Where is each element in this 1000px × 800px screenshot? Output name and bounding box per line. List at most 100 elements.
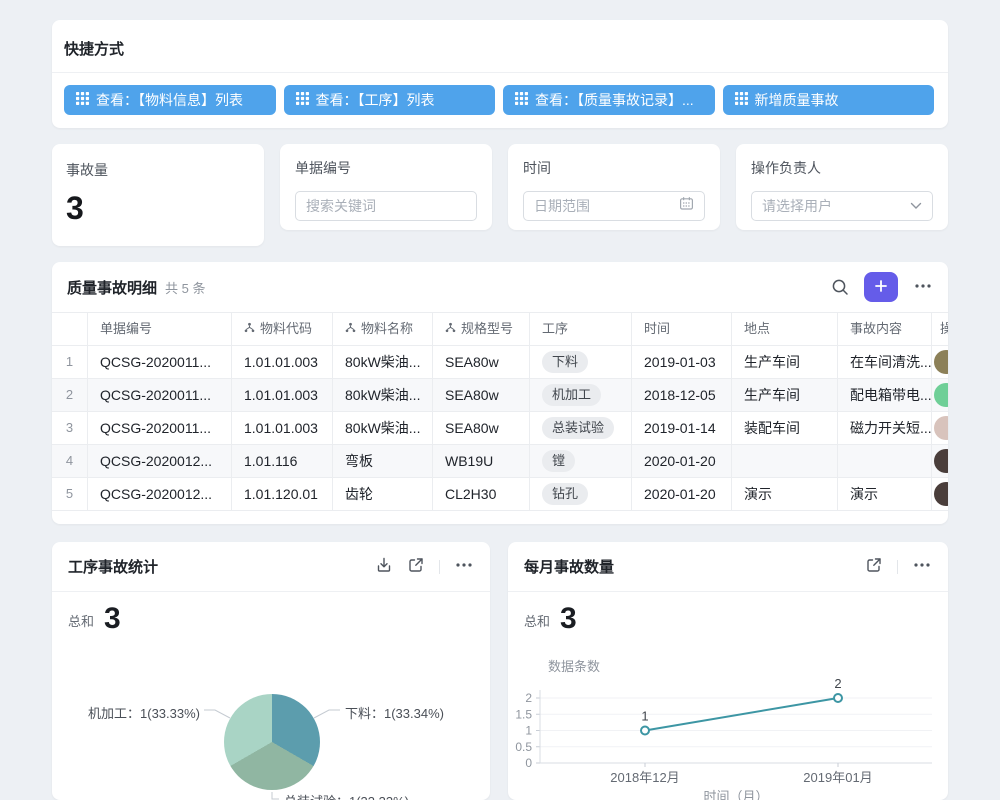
process-tag: 下料: [542, 351, 588, 373]
table-row[interactable]: 5 QCSG-2020012... 1.01.120.01 齿轮 CL2H30 …: [52, 478, 948, 511]
shortcut-button-process-list[interactable]: 查看：【工序】列表: [284, 85, 496, 115]
plus-icon: [873, 278, 889, 297]
column-header-time: 时间: [632, 313, 732, 345]
line-total: 总和 3: [524, 604, 577, 634]
time-filter-label: 时间: [523, 158, 705, 178]
process-tag: 钻孔: [542, 483, 588, 505]
chevron-down-icon: [910, 197, 922, 215]
avatar: [934, 449, 948, 473]
avatar: [934, 350, 948, 374]
table-row[interactable]: 1 QCSG-2020011... 1.01.01.003 80kW柴油... …: [52, 346, 948, 379]
column-header-process: 工序: [530, 313, 632, 345]
operator-filter-label: 操作负责人: [751, 158, 933, 178]
process-tag: 镗: [542, 450, 575, 472]
avatar: [934, 383, 948, 407]
accident-count-card: 事故量 3: [52, 144, 264, 246]
table-row[interactable]: 3 QCSG-2020011... 1.01.01.003 80kW柴油... …: [52, 412, 948, 445]
external-link-icon: [407, 556, 425, 577]
grid-icon: [76, 92, 89, 108]
time-filter-card: 时间 日期范围: [508, 144, 720, 230]
total-value: 3: [104, 604, 121, 634]
grid-icon: [735, 92, 748, 108]
open-fullscreen-button[interactable]: [865, 556, 883, 577]
column-header-material-code: 物料代码: [232, 313, 333, 345]
process-tag: 机加工: [542, 384, 601, 406]
divider: [439, 560, 440, 574]
external-link-icon: [865, 556, 883, 577]
svg-text:1: 1: [525, 724, 532, 738]
date-range-input[interactable]: 日期范围: [523, 191, 705, 221]
user-select[interactable]: 请选择用户: [751, 191, 933, 221]
column-header-operator: 操作负责人: [932, 313, 948, 345]
more-button[interactable]: [913, 277, 933, 298]
search-button[interactable]: [831, 278, 849, 296]
svg-text:1.5: 1.5: [515, 707, 532, 721]
column-header-content: 事故内容: [838, 313, 932, 345]
open-fullscreen-button[interactable]: [407, 556, 425, 577]
table-row[interactable]: 2 QCSG-2020011... 1.01.01.003 80kW柴油... …: [52, 379, 948, 412]
shortcut-button-label: 查看：【质量事故记录】...: [535, 90, 694, 110]
table-row[interactable]: 4 QCSG-2020012... 1.01.116 弯板 WB19U 镗 20…: [52, 445, 948, 478]
column-header-material-name: 物料名称: [333, 313, 433, 345]
pie-total: 总和 3: [68, 604, 121, 634]
operator-filter-card: 操作负责人 请选择用户: [736, 144, 948, 230]
svg-text:2018年12月: 2018年12月: [610, 770, 679, 785]
line-card-header: 每月事故数量: [508, 542, 948, 592]
shortcut-button-accident-records[interactable]: 查看：【质量事故记录】...: [503, 85, 715, 115]
record-count: 共 5 条: [165, 278, 205, 297]
grid-icon: [515, 92, 528, 108]
pie-label-assembly-test: 总装试验：1(33.33%): [284, 791, 409, 800]
accident-detail-table-card: 质量事故明细 共 5 条 单据编号 物料代码 物料名称 规格型号 工序 时间 地…: [52, 262, 948, 524]
search-input[interactable]: [306, 198, 466, 214]
column-header-index: [52, 313, 88, 345]
more-icon: [912, 556, 932, 577]
link-field-icon: [345, 313, 356, 345]
table-title: 质量事故明细: [67, 277, 157, 298]
avatar: [934, 416, 948, 440]
shortcut-button-label: 新增质量事故: [755, 90, 839, 110]
shortcut-button-new-accident[interactable]: 新增质量事故: [723, 85, 935, 115]
more-button[interactable]: [454, 556, 474, 577]
avatar: [934, 482, 948, 506]
shortcut-button-label: 查看：【工序】列表: [316, 90, 435, 110]
add-record-button[interactable]: [864, 272, 898, 302]
doc-number-label: 单据编号: [295, 158, 477, 178]
pie-chart: [224, 694, 320, 790]
pie-card-header: 工序事故统计: [52, 542, 490, 592]
line-card-title: 每月事故数量: [524, 556, 614, 577]
download-button[interactable]: [375, 556, 393, 577]
svg-text:2: 2: [525, 691, 532, 705]
svg-text:1: 1: [641, 709, 648, 724]
doc-number-search-box: [295, 191, 477, 221]
more-button[interactable]: [912, 556, 932, 577]
monthly-accident-count-card: 每月事故数量 总和 3 数据条数 00.511.522018年12月2019年0…: [508, 542, 948, 800]
process-tag: 总装试验: [542, 417, 614, 439]
shortcut-button-row: 查看：【物料信息】列表 查看：【工序】列表 查看：【质量事故记录】... 新增质…: [52, 73, 948, 115]
pie-card-title: 工序事故统计: [68, 556, 158, 577]
svg-text:0.5: 0.5: [515, 740, 532, 754]
calendar-icon: [679, 196, 694, 216]
total-value: 3: [560, 604, 577, 634]
shortcut-button-material-list[interactable]: 查看：【物料信息】列表: [64, 85, 276, 115]
svg-text:0: 0: [525, 756, 532, 770]
svg-text:2: 2: [834, 676, 841, 691]
shortcuts-title: 快捷方式: [52, 20, 948, 73]
link-field-icon: [445, 313, 456, 345]
column-header-doc-number: 单据编号: [88, 313, 232, 345]
pie-label-machining: 机加工：1(33.33%): [76, 703, 200, 722]
link-field-icon: [244, 313, 255, 345]
column-header-spec-model: 规格型号: [433, 313, 530, 345]
total-label: 总和: [68, 611, 94, 634]
records-table: 单据编号 物料代码 物料名称 规格型号 工序 时间 地点 事故内容 操作负责人 …: [52, 312, 948, 511]
user-select-placeholder: 请选择用户: [762, 196, 902, 216]
stat-value: 3: [66, 192, 250, 224]
pie-label-cutting: 下料：1(33.34%): [345, 703, 444, 722]
doc-number-filter-card: 单据编号: [280, 144, 492, 230]
more-icon: [454, 556, 474, 577]
table-header-row: 单据编号 物料代码 物料名称 规格型号 工序 时间 地点 事故内容 操作负责人: [52, 313, 948, 346]
download-icon: [375, 556, 393, 577]
shortcuts-card: 快捷方式 查看：【物料信息】列表 查看：【工序】列表 查看：【质量事故记录】..…: [52, 20, 948, 128]
more-icon: [913, 277, 933, 298]
y-axis-title: 数据条数: [548, 656, 600, 675]
table-header-bar: 质量事故明细 共 5 条: [52, 262, 948, 312]
